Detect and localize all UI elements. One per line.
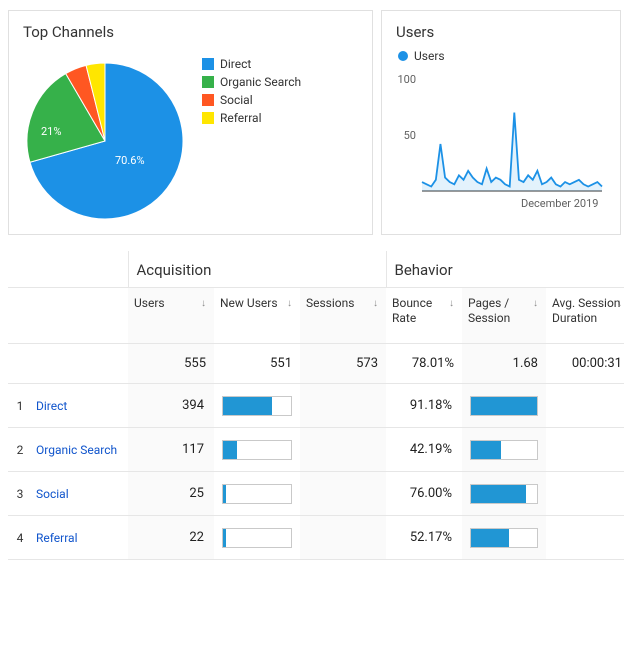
cell-sessions-bar xyxy=(300,516,386,560)
group-header-behavior: Behavior xyxy=(386,251,624,288)
sort-icon: ↓ xyxy=(449,298,454,311)
legend-item[interactable]: Referral xyxy=(202,111,301,125)
cell-pps-bar xyxy=(462,516,546,560)
column-header-users[interactable]: Users↓ xyxy=(128,288,214,344)
channel-link[interactable]: Social xyxy=(32,472,128,516)
group-header-acquisition: Acquisition xyxy=(128,251,386,288)
cell-sessions-bar xyxy=(300,472,386,516)
table-row: 3Social25 76.00% xyxy=(8,472,624,516)
total-duration: 00:00:31 xyxy=(546,344,624,384)
top-channels-title: Top Channels xyxy=(23,23,358,41)
cell-sessions-bar xyxy=(300,384,386,428)
cell-bounce: 52.17% xyxy=(386,516,462,560)
column-header-sessions[interactable]: Sessions↓ xyxy=(300,288,386,344)
svg-text:50: 50 xyxy=(404,129,416,142)
svg-text:100: 100 xyxy=(397,73,416,86)
cell-new-users-bar xyxy=(214,384,300,428)
channel-link[interactable]: Organic Search xyxy=(32,428,128,472)
cell-duration-bar xyxy=(546,384,624,428)
cell-duration-bar xyxy=(546,428,624,472)
total-bounce: 78.01% xyxy=(386,344,462,384)
table-row: 2Organic Search117 42.19% xyxy=(8,428,624,472)
legend-item[interactable]: Organic Search xyxy=(202,75,301,89)
cell-duration-bar xyxy=(546,516,624,560)
cell-bounce: 76.00% xyxy=(386,472,462,516)
legend-swatch-icon xyxy=(202,112,214,124)
table-row: 4Referral22 52.17% xyxy=(8,516,624,560)
row-index: 2 xyxy=(8,428,32,472)
legend-swatch-icon xyxy=(202,76,214,88)
column-header-bounce[interactable]: Bounce Rate↓ xyxy=(386,288,462,344)
sort-icon: ↓ xyxy=(533,298,538,311)
cell-pps-bar xyxy=(462,428,546,472)
row-index: 1 xyxy=(8,384,32,428)
column-header-duration[interactable]: Avg. Session Duration↓ xyxy=(546,288,624,344)
users-legend: Users xyxy=(398,49,606,63)
column-header-new-users[interactable]: New Users↓ xyxy=(214,288,300,344)
channel-link[interactable]: Direct xyxy=(32,384,128,428)
legend-label: Referral xyxy=(220,111,262,125)
row-index: 4 xyxy=(8,516,32,560)
channel-link[interactable]: Referral xyxy=(32,516,128,560)
sort-icon: ↓ xyxy=(287,298,292,311)
cell-users: 25 xyxy=(128,472,214,516)
totals-row: 555 551 573 78.01% 1.68 00:00:31 xyxy=(8,344,624,384)
total-users: 555 xyxy=(128,344,214,384)
legend-swatch-icon xyxy=(202,94,214,106)
cell-new-users-bar xyxy=(214,472,300,516)
legend-swatch-icon xyxy=(202,58,214,70)
sort-down-icon: ↓ xyxy=(201,298,206,311)
cell-duration-bar xyxy=(546,472,624,516)
legend-label: Direct xyxy=(220,57,251,71)
svg-text:December 2019: December 2019 xyxy=(521,197,598,210)
total-sessions: 573 xyxy=(300,344,386,384)
cell-sessions-bar xyxy=(300,428,386,472)
cell-new-users-bar xyxy=(214,428,300,472)
sort-icon: ↓ xyxy=(617,298,622,311)
table-row: 1Direct394 91.18% xyxy=(8,384,624,428)
legend-label: Social xyxy=(220,93,253,107)
cell-bounce: 91.18% xyxy=(386,384,462,428)
cell-users: 117 xyxy=(128,428,214,472)
total-new-users: 551 xyxy=(214,344,300,384)
users-title: Users xyxy=(396,23,606,41)
channels-table: Acquisition Behavior Users↓ New Users↓ S… xyxy=(8,251,624,560)
cell-users: 22 xyxy=(128,516,214,560)
top-channels-legend: Direct Organic Search Social Referral xyxy=(202,49,301,129)
legend-item[interactable]: Direct xyxy=(202,57,301,71)
sort-icon: ↓ xyxy=(373,298,378,311)
total-pps: 1.68 xyxy=(462,344,546,384)
top-channels-pie-chart[interactable]: 70.6% 21% xyxy=(23,59,188,224)
cell-new-users-bar xyxy=(214,516,300,560)
legend-label: Organic Search xyxy=(220,75,301,89)
users-series-label: Users xyxy=(414,49,445,63)
column-header-pps[interactable]: Pages / Session↓ xyxy=(462,288,546,344)
legend-dot-icon xyxy=(398,51,408,61)
users-line-chart[interactable]: 50 100 December 2019 xyxy=(396,73,606,213)
cell-pps-bar xyxy=(462,472,546,516)
top-channels-card: Top Channels 70.6% 21% Direct Organic Sea… xyxy=(8,10,373,235)
legend-item[interactable]: Social xyxy=(202,93,301,107)
row-index: 3 xyxy=(8,472,32,516)
cell-pps-bar xyxy=(462,384,546,428)
users-card: Users Users 50 100 December 2019 xyxy=(381,10,621,235)
cell-bounce: 42.19% xyxy=(386,428,462,472)
pie-label-main: 70.6% xyxy=(115,154,145,167)
pie-label-secondary: 21% xyxy=(41,125,61,138)
cell-users: 394 xyxy=(128,384,214,428)
